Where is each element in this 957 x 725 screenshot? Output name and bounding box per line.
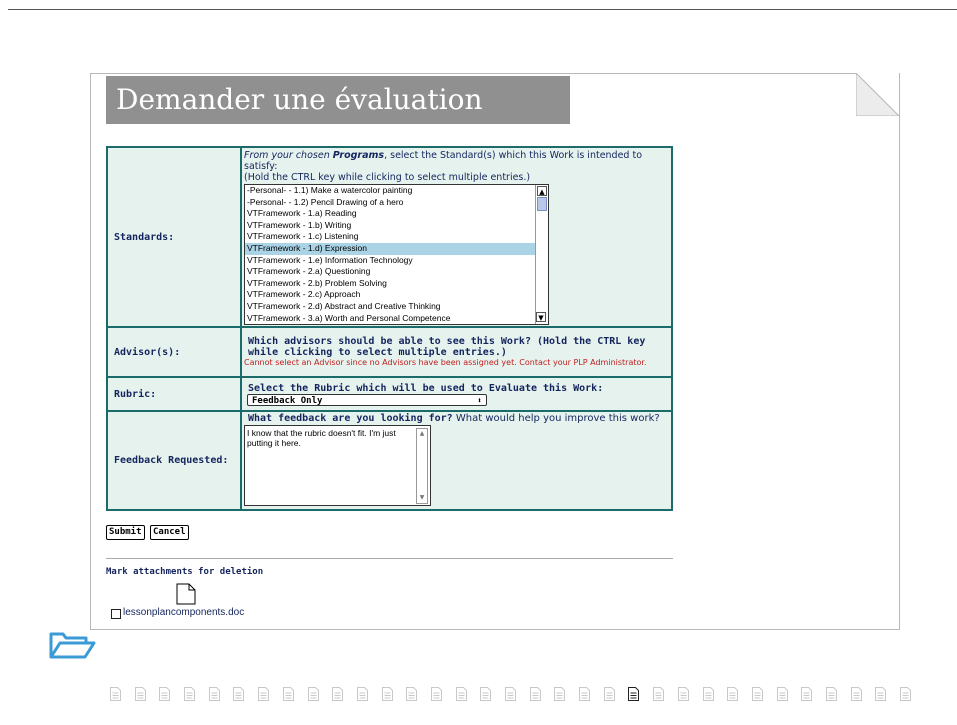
document-icon — [176, 583, 196, 605]
standards-option[interactable]: VTFramework - 1.e) Information Technolog… — [245, 255, 545, 267]
page-icon[interactable] — [869, 687, 894, 701]
feedback-label: Feedback Requested: — [106, 410, 242, 511]
standards-option[interactable]: VTFramework - 1.b) Writing — [245, 220, 545, 232]
page-icon[interactable] — [647, 687, 672, 701]
page-title: Demander une évaluation — [106, 76, 570, 124]
cancel-button[interactable]: Cancel — [150, 525, 189, 540]
page-fold-icon — [856, 73, 899, 116]
feedback-question-rest: What would help you improve this work? — [452, 413, 660, 424]
page-icon[interactable] — [277, 687, 302, 701]
scroll-down-icon[interactable]: ▼ — [536, 312, 546, 322]
page-icon[interactable] — [622, 687, 647, 701]
scroll-thumb[interactable] — [537, 197, 547, 211]
page-icon[interactable] — [203, 687, 228, 701]
advisors-label: Advisor(s): — [106, 326, 242, 378]
page-icon[interactable] — [302, 687, 327, 701]
feedback-textarea[interactable]: I know that the rubric doesn't fit. I'm … — [244, 425, 431, 506]
programs-label: Programs — [332, 150, 385, 161]
attachments-heading: Mark attachments for deletion — [106, 567, 264, 577]
rubric-selected-value: Feedback Only — [252, 395, 323, 406]
feedback-text: I know that the rubric doesn't fit. I'm … — [247, 428, 396, 448]
advisors-cell: Which advisors should be able to see thi… — [240, 326, 673, 378]
feedback-question: What feedback are you looking for? — [248, 413, 453, 424]
page-icon[interactable] — [351, 687, 376, 701]
page-icon[interactable] — [425, 687, 450, 701]
standards-listbox[interactable]: -Personal- - 1.1) Make a watercolor pain… — [244, 184, 549, 325]
page-icon[interactable] — [820, 687, 845, 701]
textarea-scrollbar[interactable]: ▲ ▼ — [416, 428, 428, 504]
rubric-question: Select the Rubric which will be used to … — [248, 382, 604, 394]
standards-scrollbar[interactable]: ▲ ▼ — [535, 185, 548, 324]
page-icon[interactable] — [178, 687, 203, 701]
advisors-question: Which advisors should be able to see thi… — [248, 336, 646, 358]
select-caret-icon: ⬍ — [477, 395, 482, 405]
page-icon[interactable] — [795, 687, 820, 701]
standards-option[interactable]: VTFramework - 1.c) Listening — [245, 231, 545, 243]
rubric-label: Rubric: — [106, 376, 242, 412]
page-icon[interactable] — [721, 687, 746, 701]
feedback-row: Feedback Requested: What feedback are yo… — [106, 410, 673, 511]
feedback-cell: What feedback are you looking for? What … — [240, 410, 673, 511]
standards-option[interactable]: -Personal- - 1.2) Pencil Drawing of a he… — [245, 197, 545, 209]
page-icon[interactable] — [252, 687, 277, 701]
rubric-cell: Select the Rubric which will be used to … — [240, 376, 673, 412]
standards-option[interactable]: VTFramework - 2.d) Abstract and Creative… — [245, 301, 545, 313]
page-icon[interactable] — [697, 687, 722, 701]
page-icon[interactable] — [573, 687, 598, 701]
standards-cell: From your chosen Programs, select the St… — [240, 146, 673, 328]
page-icon[interactable] — [104, 687, 129, 701]
page-icon[interactable] — [746, 687, 771, 701]
page-icon[interactable] — [845, 687, 870, 701]
page-icon[interactable] — [548, 687, 573, 701]
standards-row: Standards: From your chosen Programs, se… — [106, 146, 673, 328]
page-icon[interactable] — [524, 687, 549, 701]
page-icon[interactable] — [326, 687, 351, 701]
page-icon[interactable] — [474, 687, 499, 701]
section-divider — [106, 558, 673, 559]
page-icon[interactable] — [499, 687, 524, 701]
advisors-row: Advisor(s): Which advisors should be abl… — [106, 326, 673, 378]
page-icon[interactable] — [450, 687, 475, 701]
standards-option[interactable]: VTFramework - 3.a) Worth and Personal Co… — [245, 313, 545, 324]
delete-attachment-checkbox[interactable] — [111, 609, 121, 619]
standards-intro-prefix: From your chosen — [244, 150, 333, 161]
page-icon[interactable] — [771, 687, 796, 701]
page-icon[interactable] — [376, 687, 401, 701]
standards-option[interactable]: VTFramework - 1.d) Expression — [245, 242, 545, 255]
page-navigator — [104, 687, 919, 701]
submit-button[interactable]: Submit — [106, 525, 145, 540]
standards-option[interactable]: VTFramework - 2.c) Approach — [245, 289, 545, 301]
standards-option[interactable]: VTFramework - 2.a) Questioning — [245, 266, 545, 278]
standards-hint: (Hold the CTRL key while clicking to sel… — [244, 172, 531, 183]
page-icon[interactable] — [153, 687, 178, 701]
attachment-link[interactable]: lessonplancomponents.doc — [123, 607, 244, 618]
standards-option[interactable]: -Personal- - 1.1) Make a watercolor pain… — [245, 185, 545, 197]
evaluation-form: Standards: From your chosen Programs, se… — [106, 146, 673, 511]
standards-option[interactable]: VTFramework - 1.a) Reading — [245, 208, 545, 220]
page-icon[interactable] — [894, 687, 919, 701]
rubric-select[interactable]: Feedback Only ⬍ — [247, 393, 487, 406]
top-divider — [8, 9, 957, 10]
scroll-up-icon[interactable]: ▲ — [417, 429, 427, 439]
page-icon[interactable] — [400, 687, 425, 701]
advisors-error: Cannot select an Advisor since no Adviso… — [244, 358, 647, 367]
page-icon[interactable] — [598, 687, 623, 701]
page-icon[interactable] — [672, 687, 697, 701]
scroll-up-icon[interactable]: ▲ — [537, 186, 547, 196]
page-icon[interactable] — [227, 687, 252, 701]
page-icon[interactable] — [129, 687, 154, 701]
scroll-down-icon[interactable]: ▼ — [417, 493, 427, 503]
rubric-row: Rubric: Select the Rubric which will be … — [106, 376, 673, 412]
folder-icon[interactable] — [48, 630, 96, 660]
standards-option[interactable]: VTFramework - 2.b) Problem Solving — [245, 278, 545, 290]
standards-label: Standards: — [106, 146, 242, 328]
